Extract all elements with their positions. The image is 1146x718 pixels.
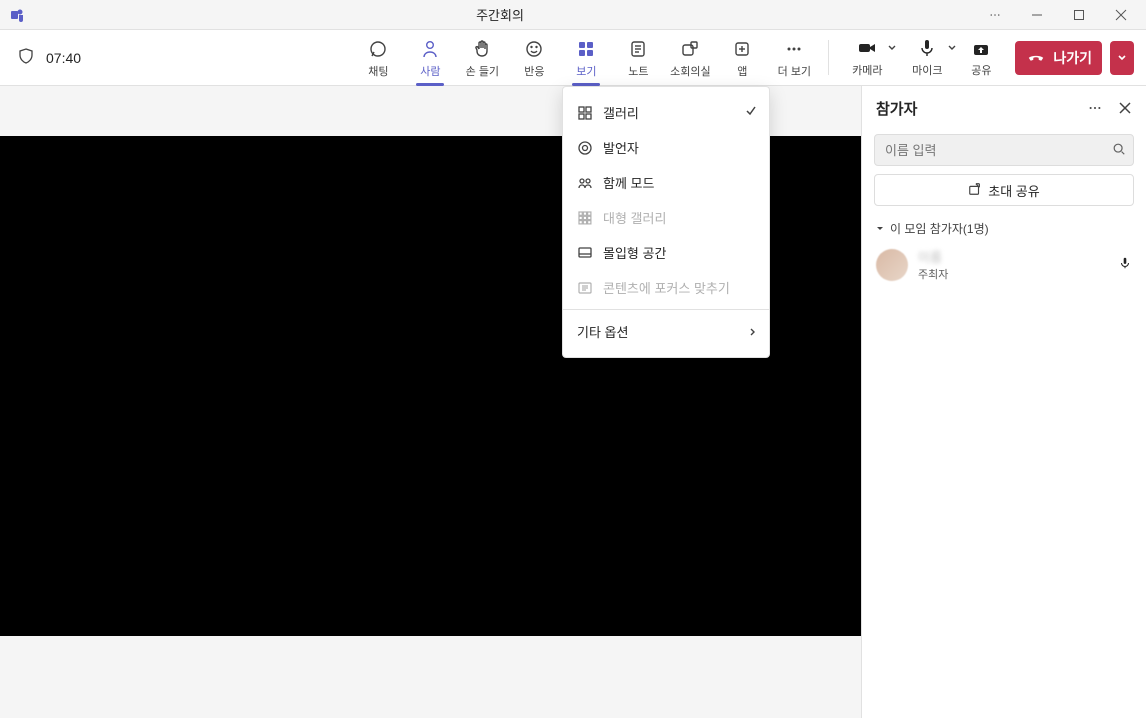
mic-icon (917, 38, 937, 58)
emoji-icon (524, 39, 544, 59)
focus-content-icon (577, 280, 593, 296)
leave-dropdown-button[interactable] (1110, 41, 1134, 75)
breakout-rooms-button[interactable]: 소회의실 (666, 30, 714, 85)
together-mode-icon (577, 175, 593, 191)
meeting-timer: 07:40 (46, 50, 81, 66)
panel-close-button[interactable] (1110, 93, 1140, 123)
chat-button[interactable]: 채팅 (354, 30, 402, 85)
titlebar: 주간회의 (0, 0, 1146, 30)
people-icon (420, 39, 440, 59)
apps-button[interactable]: 앱 (718, 30, 766, 85)
participant-role: 주최자 (918, 266, 1108, 282)
app-logo-icon (10, 7, 26, 23)
chevron-right-icon (749, 324, 757, 339)
more-actions-button[interactable]: 더 보기 (770, 30, 818, 85)
more-icon (784, 39, 804, 59)
shield-icon (18, 48, 34, 67)
grid-small-icon (577, 105, 593, 121)
check-icon (745, 105, 757, 120)
camera-button[interactable]: 카메라 (839, 30, 895, 85)
immersive-icon (577, 245, 593, 261)
view-button[interactable]: 보기 (562, 30, 610, 85)
maximize-button[interactable] (1058, 0, 1100, 30)
share-invite-button[interactable]: 초대 공유 (874, 174, 1134, 206)
mic-button[interactable]: 마이크 (899, 30, 955, 85)
hangup-icon (1027, 48, 1045, 69)
close-button[interactable] (1100, 0, 1142, 30)
minimize-button[interactable] (1016, 0, 1058, 30)
titlebar-more-button[interactable] (974, 0, 1016, 30)
participant-name: 이름 (918, 247, 1108, 266)
view-menu-popup: 갤러리 발언자 함께 모드 대형 갤러리 몰입형 공간 콘텐츠에 포커스 (562, 86, 770, 358)
leave-button[interactable]: 나가기 (1015, 41, 1102, 75)
view-menu-large-gallery: 대형 갤러리 (563, 200, 769, 235)
panel-title: 참가자 (876, 98, 1080, 119)
participant-mic-icon (1118, 256, 1132, 273)
participants-panel: 참가자 초대 공유 이 모임 참가자(1명) 이름 주최자 (861, 86, 1146, 718)
apps-icon (732, 39, 752, 59)
chevron-down-icon (876, 222, 884, 236)
react-button[interactable]: 반응 (510, 30, 558, 85)
view-menu-immersive[interactable]: 몰입형 공간 (563, 235, 769, 270)
camera-chevron-icon[interactable] (887, 42, 897, 56)
breakout-icon (680, 39, 700, 59)
notes-button[interactable]: 노트 (614, 30, 662, 85)
grid-icon (576, 39, 596, 59)
view-menu-speaker[interactable]: 발언자 (563, 130, 769, 165)
window-title: 주간회의 (26, 5, 974, 24)
avatar (876, 249, 908, 281)
chat-icon (368, 39, 388, 59)
view-menu-focus-content: 콘텐츠에 포커스 맞추기 (563, 270, 769, 305)
share-button[interactable]: 공유 (959, 30, 1003, 85)
participant-row[interactable]: 이름 주최자 (862, 239, 1146, 290)
raise-hand-button[interactable]: 손 들기 (458, 30, 506, 85)
participants-group-header[interactable]: 이 모임 참가자(1명) (862, 218, 1146, 239)
search-icon (1112, 142, 1126, 159)
share-invite-icon (968, 182, 982, 199)
raise-hand-icon (472, 39, 492, 59)
camera-icon (857, 38, 877, 58)
participant-search-input[interactable] (874, 134, 1134, 166)
large-gallery-icon (577, 210, 593, 226)
people-button[interactable]: 사람 (406, 30, 454, 85)
view-menu-together-mode[interactable]: 함께 모드 (563, 165, 769, 200)
video-stage-area: 갤러리 발언자 함께 모드 대형 갤러리 몰입형 공간 콘텐츠에 포커스 (0, 86, 861, 718)
meeting-toolbar: 07:40 채팅 사람 손 들기 반응 보기 노트 소회의실 (0, 30, 1146, 86)
notes-icon (628, 39, 648, 59)
panel-more-button[interactable] (1080, 93, 1110, 123)
view-menu-gallery[interactable]: 갤러리 (563, 95, 769, 130)
view-menu-other-options[interactable]: 기타 옵션 (563, 314, 769, 349)
mic-chevron-icon[interactable] (947, 42, 957, 56)
share-icon (971, 38, 991, 58)
speaker-view-icon (577, 140, 593, 156)
